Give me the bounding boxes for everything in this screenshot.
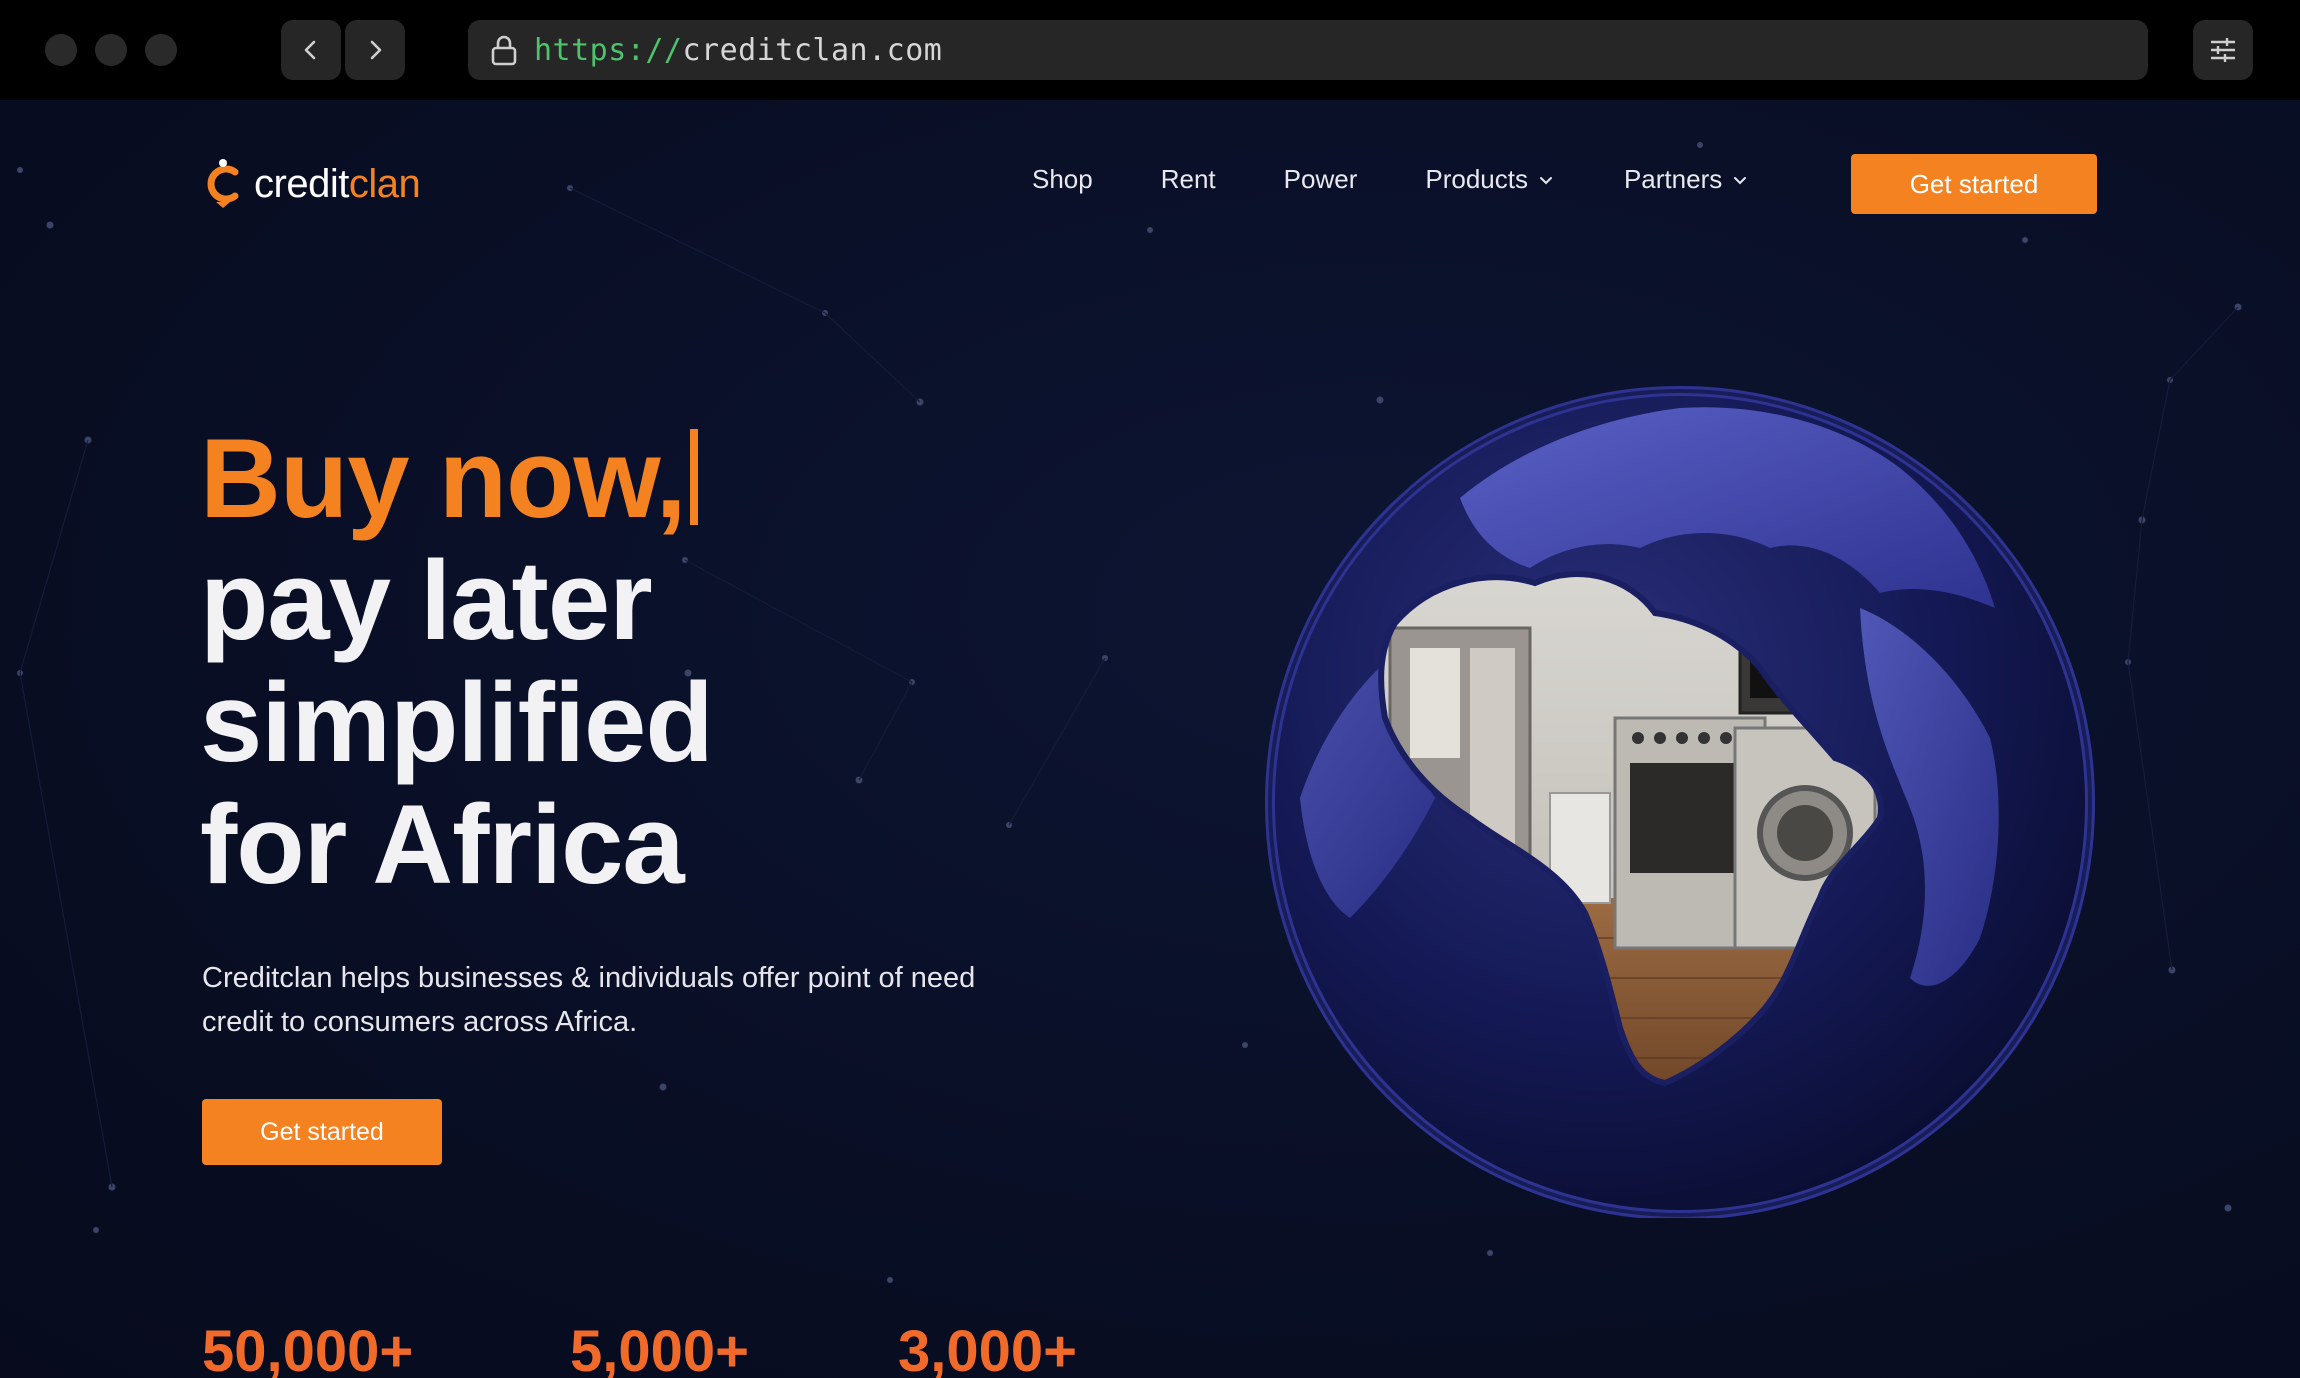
stat-value: 50,000+ bbox=[202, 1319, 414, 1378]
page-viewport: creditclan Shop Rent Power Products Part… bbox=[0, 100, 2300, 1378]
minimize-window-button[interactable] bbox=[95, 34, 127, 66]
back-button[interactable] bbox=[281, 20, 341, 80]
address-bar[interactable]: https://creditclan.com bbox=[468, 20, 2148, 80]
history-buttons bbox=[281, 20, 405, 80]
headline-line-3: simplified bbox=[200, 660, 714, 785]
creditclan-logo[interactable]: creditclan bbox=[202, 158, 421, 210]
url-host: creditclan.com bbox=[682, 32, 943, 68]
headline-line-1: Buy now, bbox=[200, 418, 713, 540]
hero-subtitle: Creditclan helps businesses & individual… bbox=[202, 962, 976, 1038]
get-started-header-button[interactable]: Get started bbox=[1851, 154, 2097, 214]
nav-shop-label: Shop bbox=[1032, 164, 1093, 194]
chevron-right-icon bbox=[370, 40, 382, 60]
chevron-left-icon bbox=[304, 40, 316, 60]
url-text: https://creditclan.com bbox=[534, 33, 942, 68]
nav-products[interactable]: Products bbox=[1425, 164, 1554, 195]
chevron-down-icon bbox=[1734, 176, 1747, 184]
logo-text-credit: credit bbox=[254, 161, 349, 206]
forward-button[interactable] bbox=[345, 20, 405, 80]
url-scheme: https:// bbox=[534, 32, 683, 68]
headline-line-2: pay later bbox=[200, 538, 653, 663]
logo-wordmark: creditclan bbox=[254, 161, 421, 207]
stat-value: 3,000+ bbox=[898, 1319, 1078, 1378]
maximize-window-button[interactable] bbox=[145, 34, 177, 66]
logo-text-clan: clan bbox=[348, 161, 421, 206]
globe-illustration bbox=[1265, 386, 2095, 1218]
chevron-down-icon bbox=[1539, 176, 1552, 184]
settings-sliders-icon bbox=[2211, 38, 2235, 62]
nav-power[interactable]: Power bbox=[1284, 164, 1358, 195]
nav-power-label: Power bbox=[1283, 164, 1358, 194]
logo-icon bbox=[207, 159, 239, 208]
typing-cursor bbox=[689, 429, 698, 525]
nav-rent-label: Rent bbox=[1160, 164, 1216, 194]
headline-line-1-text: Buy now, bbox=[200, 416, 687, 541]
nav-rent[interactable]: Rent bbox=[1161, 164, 1216, 195]
headline-line-4: for Africa bbox=[200, 782, 685, 907]
browser-toolbar: https://creditclan.com bbox=[0, 0, 2300, 100]
nav-shop[interactable]: Shop bbox=[1032, 164, 1093, 195]
nav-partners[interactable]: Partners bbox=[1624, 164, 1748, 195]
stat-value: 5,000+ bbox=[570, 1319, 750, 1378]
lock-icon bbox=[491, 35, 517, 66]
settings-button[interactable] bbox=[2193, 20, 2253, 80]
window-controls bbox=[45, 34, 177, 66]
nav-partners-label: Partners bbox=[1623, 164, 1723, 194]
hero-headline: Buy now, pay later simplified for Africa bbox=[200, 418, 714, 907]
stats-row: 50,000+ 5,000+ 3,000+ bbox=[202, 1318, 1077, 1378]
nav-products-label: Products bbox=[1425, 164, 1528, 194]
close-window-button[interactable] bbox=[45, 34, 77, 66]
get-started-hero-button[interactable]: Get started bbox=[202, 1099, 442, 1165]
main-nav: Shop Rent Power Products Partners bbox=[1032, 164, 1748, 195]
